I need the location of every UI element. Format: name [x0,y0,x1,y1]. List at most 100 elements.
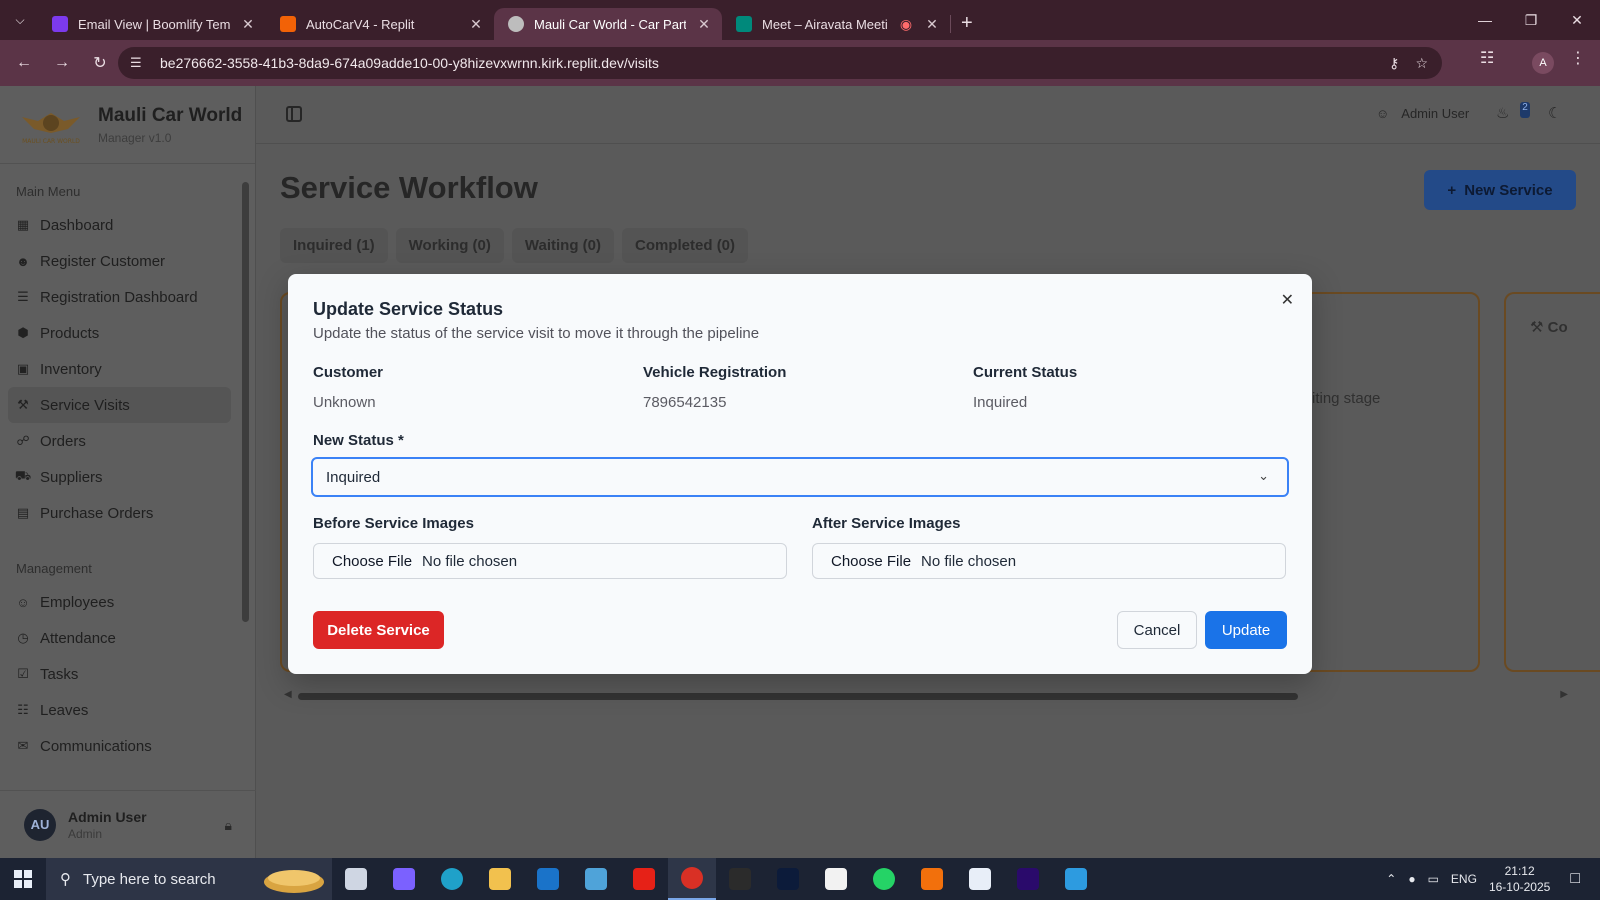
sidebar-item-attendance[interactable]: ◷ Attendance [8,620,231,656]
whatsapp-icon[interactable] [860,858,908,900]
task-view-icon[interactable] [332,858,380,900]
microphone-icon[interactable] [908,858,956,900]
choose-file-button[interactable]: Choose File [831,553,911,570]
lock-icon[interactable]: 🔒︎ [225,817,232,834]
control-panel-icon[interactable] [572,858,620,900]
microphone-tray-icon[interactable]: ● [1408,872,1415,886]
browser-tab[interactable]: Meet – Airavata Meeting ◉ ✕ [722,8,950,40]
taskbar-search[interactable]: ⚲ Type here to search [46,858,332,900]
profile-avatar[interactable]: A [1532,52,1554,74]
check-square-icon: ☑ [17,666,29,681]
header-user[interactable]: ☺ Admin User [1376,106,1469,121]
sidebar-item-communications[interactable]: ✉ Communications [8,728,231,764]
youtube-icon[interactable] [620,858,668,900]
reload-icon[interactable]: ↻ [82,45,118,81]
tab-close-icon[interactable]: ✕ [240,16,256,33]
sidebar-item-tasks[interactable]: ☑ Tasks [8,656,231,692]
truck-icon: ⛟ [14,468,32,483]
windows-start-icon[interactable] [0,858,46,900]
clock-time: 21:12 [1504,864,1535,878]
sidebar-item-service-visits[interactable]: ⚒ Service Visits [8,387,231,423]
sony-liv-icon[interactable] [716,858,764,900]
scroll-left-icon[interactable]: ◀ [284,689,292,700]
minimize-icon[interactable]: — [1462,0,1508,40]
sidebar-item-label: Service Visits [40,396,130,414]
horizontal-scroll-thumb[interactable] [298,693,1298,700]
sidebar-scroll-thumb[interactable] [242,182,249,622]
sidebar-item-employees[interactable]: ☺ Employees [8,584,231,620]
bell-icon[interactable]: ♨ [1496,104,1509,122]
youtube-icon-glyph [633,868,655,890]
delete-service-button[interactable]: Delete Service [313,611,444,649]
omnibox[interactable]: ☰ be276662-3558-41b3-8da9-674a09adde10-0… [118,47,1442,79]
sidebar-item-registration-dashboard[interactable]: ☰ Registration Dashboard [8,279,231,315]
close-window-icon[interactable]: ✕ [1554,0,1600,40]
outlook-icon[interactable] [524,858,572,900]
horizontal-scrollbar[interactable]: ◀ ▶ [280,689,1572,702]
sidebar-toggle-icon[interactable] [286,106,302,122]
tab-close-icon[interactable]: ✕ [924,16,940,33]
wrench-icon: ⚒ [17,397,29,412]
tab-search-icon[interactable]: ⌵ [8,8,32,32]
notifications-icon[interactable]: □ [1570,870,1580,888]
forward-icon[interactable]: → [44,45,80,81]
sidebar-item-purchase-orders[interactable]: ▤ Purchase Orders [8,495,231,531]
browser-tab[interactable]: Email View | Boomlify Temporary ✕ [38,8,266,40]
tab-completed[interactable]: Completed (0) [622,228,749,263]
solitaire-icon[interactable] [956,858,1004,900]
sidebar-item-leaves[interactable]: ☷ Leaves [8,692,231,728]
network-icon[interactable]: ▭ [1428,872,1439,886]
sidebar: MAULI CAR WORLD Mauli Car World Manager … [0,86,256,858]
before-images-input[interactable]: Choose File No file chosen [313,543,787,579]
url-text[interactable]: be276662-3558-41b3-8da9-674a09adde10-00-… [160,55,1389,71]
sidebar-item-label: Communications [40,737,152,755]
chrome-icon[interactable] [668,858,716,900]
sidebar-item-orders[interactable]: ☍ Orders [8,423,231,459]
moon-icon[interactable]: ☾ [1548,104,1561,122]
new-service-button[interactable]: + New Service [1424,170,1576,210]
edge-icon[interactable] [428,858,476,900]
sidebar-item-suppliers[interactable]: ⛟ Suppliers [8,459,231,495]
language-indicator[interactable]: ENG [1451,872,1477,886]
tab-inquired[interactable]: Inquired (1) [280,228,388,263]
close-icon[interactable]: ✕ [1281,290,1294,310]
tab-close-icon[interactable]: ✕ [468,16,484,33]
tab-title: Meet – Airavata Meeting [762,16,888,32]
back-icon[interactable]: ← [6,45,42,81]
premiere-pro-icon[interactable] [1004,858,1052,900]
chevron-up-icon[interactable]: ⌃ [1386,872,1396,886]
sidebar-item-label: Tasks [40,665,79,683]
sidebar-item-label: Attendance [40,629,116,647]
sidebar-item-register-customer[interactable]: ☻ Register Customer [8,243,231,279]
update-button[interactable]: Update [1205,611,1287,649]
new-tab-icon[interactable]: + [961,12,973,35]
screen-share-icon[interactable] [1052,858,1100,900]
browser-tab[interactable]: AutoCarV4 - Replit ✕ [266,8,494,40]
new-status-select[interactable]: Inquired ⌄ [311,457,1289,497]
copilot-icon[interactable] [380,858,428,900]
hotstar-icon[interactable] [764,858,812,900]
restore-icon[interactable]: ❐ [1508,0,1554,40]
capcut-icon[interactable] [812,858,860,900]
extensions-icon[interactable]: ☷ [1480,48,1494,68]
tab-waiting[interactable]: Waiting (0) [511,228,615,263]
premiere-pro-icon-glyph [1017,868,1039,890]
bookmark-star-icon[interactable]: ☆ [1415,55,1428,72]
choose-file-button[interactable]: Choose File [332,553,412,570]
chrome-menu-icon[interactable]: ⋮ [1570,48,1586,68]
scroll-right-icon[interactable]: ▶ [1560,689,1568,700]
password-key-icon[interactable]: ⚷ [1389,55,1399,72]
sidebar-item-products[interactable]: ⬢ Products [8,315,231,351]
sidebar-user[interactable]: AU Admin User Admin 🔒︎ [0,790,256,858]
after-images-input[interactable]: Choose File No file chosen [812,543,1286,579]
tab-working[interactable]: Working (0) [395,228,504,263]
tab-close-icon[interactable]: ✕ [696,16,712,33]
cancel-button[interactable]: Cancel [1117,611,1197,649]
file-explorer-icon[interactable] [476,858,524,900]
file-status: No file chosen [422,552,518,570]
sidebar-item-dashboard[interactable]: ▦ Dashboard [8,207,231,243]
clock[interactable]: 21:12 16-10-2025 [1489,863,1550,895]
site-info-icon[interactable]: ☰ [130,55,150,71]
browser-tab-active[interactable]: Mauli Car World - Car Parts & Se ✕ [494,8,722,40]
sidebar-item-inventory[interactable]: ▣ Inventory [8,351,231,387]
